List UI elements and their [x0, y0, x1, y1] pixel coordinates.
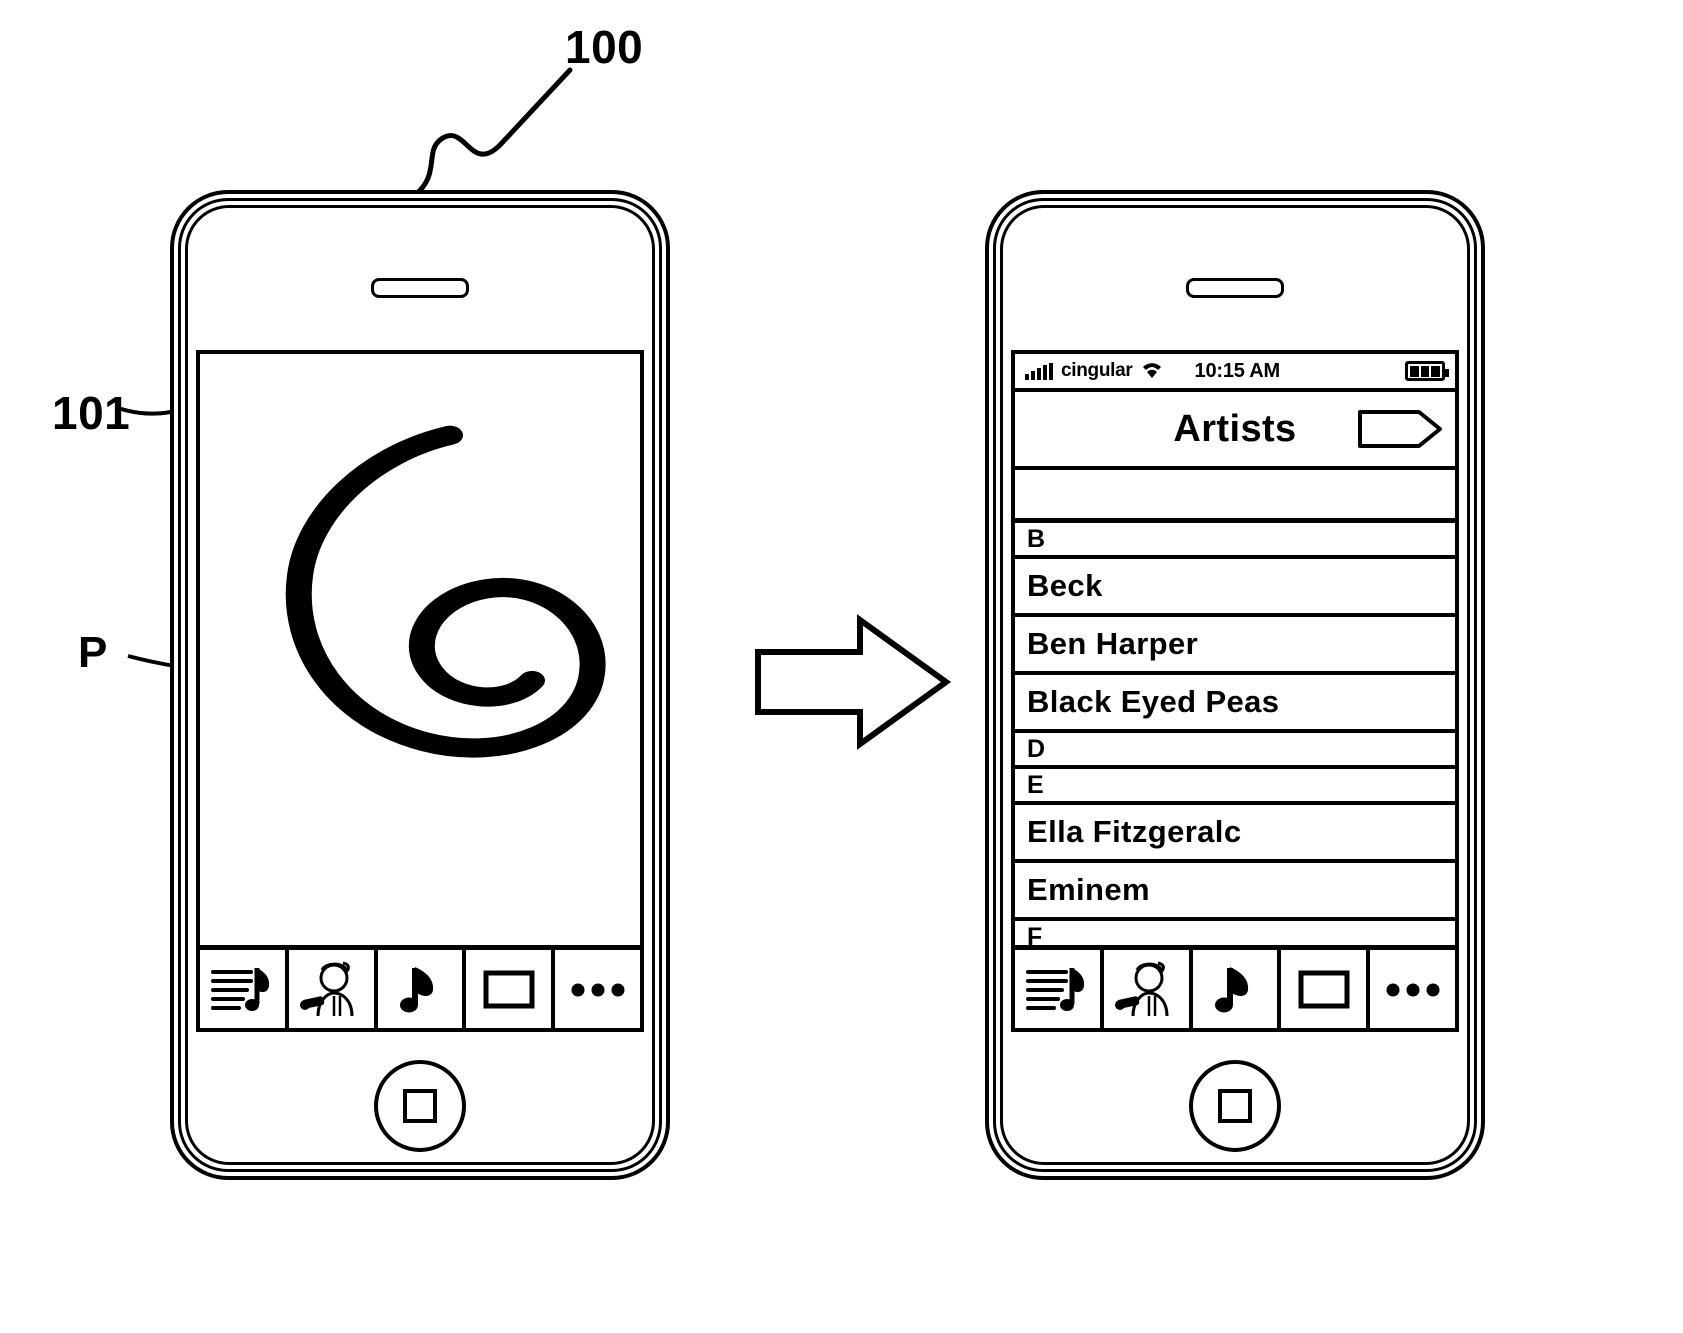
- reference-numeral-101: 101: [52, 387, 131, 439]
- wifi-icon: [1142, 363, 1161, 378]
- playlist-note-icon: [211, 968, 270, 1011]
- music-note-icon: [1214, 967, 1249, 1013]
- list-section-header: E: [1015, 769, 1455, 805]
- transition-arrow-icon: [755, 614, 952, 750]
- video-rectangle-icon: [1298, 970, 1350, 1009]
- video-rectangle-icon: [483, 970, 535, 1009]
- artists-tab[interactable]: [288, 950, 378, 1028]
- artist-name: Ella Fitzgeralc: [1027, 814, 1242, 849]
- earpiece-speaker: [371, 278, 469, 298]
- patent-figure: 100 101 P cingular 10:15 AM Artists B Be…: [0, 0, 1683, 1333]
- artists-tab[interactable]: [1103, 950, 1193, 1028]
- more-tab[interactable]: [555, 950, 640, 1028]
- artist-name: Beck: [1027, 568, 1103, 603]
- home-button[interactable]: [1189, 1060, 1281, 1152]
- section-letter: D: [1027, 734, 1046, 763]
- playlists-tab[interactable]: [200, 950, 289, 1028]
- artist-name: Black Eyed Peas: [1027, 684, 1280, 719]
- right-tab-bar[interactable]: [1015, 945, 1455, 1028]
- left-tab-bar[interactable]: [200, 945, 640, 1028]
- touch-screen-101[interactable]: [196, 350, 644, 1032]
- spiral-gesture-path: [285, 425, 606, 758]
- more-tab[interactable]: [1370, 950, 1455, 1028]
- list-section-header: B: [1015, 523, 1455, 559]
- home-button-square-icon: [403, 1089, 437, 1123]
- artist-person-icon: [1115, 961, 1169, 1017]
- music-note-icon: [399, 967, 434, 1013]
- artists-list[interactable]: B Beck Ben Harper Black Eyed Peas D E Ella Fit…: [1015, 523, 1455, 945]
- list-item[interactable]: Eminem: [1015, 863, 1455, 921]
- carrier-label: cingular: [1061, 360, 1133, 381]
- list-item[interactable]: Ben Harper: [1015, 617, 1455, 675]
- page-title: Artists: [1173, 407, 1297, 450]
- touch-screen[interactable]: cingular 10:15 AM Artists B Beck Ben Har…: [1011, 350, 1459, 1032]
- home-button[interactable]: [374, 1060, 466, 1152]
- list-item[interactable]: Ella Fitzgeralc: [1015, 805, 1455, 863]
- left-device: [170, 190, 670, 1180]
- videos-tab[interactable]: [466, 950, 556, 1028]
- status-bar: cingular 10:15 AM: [1015, 354, 1455, 392]
- videos-tab[interactable]: [1281, 950, 1371, 1028]
- list-section-header: D: [1015, 733, 1455, 769]
- artist-person-icon: [300, 961, 354, 1017]
- playlists-tab[interactable]: [1015, 950, 1104, 1028]
- list-item[interactable]: Beck: [1015, 559, 1455, 617]
- playlist-note-icon: [1026, 968, 1085, 1011]
- navigation-bar: Artists: [1015, 392, 1455, 470]
- songs-tab[interactable]: [1192, 950, 1282, 1028]
- reference-numeral-P: P: [78, 628, 108, 677]
- section-letter: E: [1027, 770, 1044, 799]
- artist-name: Eminem: [1027, 872, 1150, 907]
- clock-label: 10:15 AM: [1194, 359, 1281, 382]
- more-ellipsis-icon: [571, 983, 625, 997]
- list-section-header: F: [1015, 921, 1455, 945]
- section-letter: B: [1027, 524, 1046, 553]
- signal-bars-icon: [1025, 362, 1053, 380]
- battery-full-icon: [1405, 361, 1449, 381]
- reference-numeral-100: 100: [565, 21, 644, 73]
- gesture-canvas[interactable]: [200, 354, 640, 945]
- songs-tab[interactable]: [377, 950, 467, 1028]
- earpiece-speaker: [1186, 278, 1284, 298]
- section-letter: F: [1027, 922, 1043, 945]
- home-button-square-icon: [1218, 1089, 1252, 1123]
- more-ellipsis-icon: [1386, 983, 1440, 997]
- list-spacer-row: [1015, 470, 1455, 523]
- artist-name: Ben Harper: [1027, 626, 1199, 661]
- forward-tag-arrow-icon[interactable]: [1357, 409, 1443, 449]
- right-device: cingular 10:15 AM Artists B Beck Ben Har…: [985, 190, 1485, 1180]
- list-item[interactable]: Black Eyed Peas: [1015, 675, 1455, 733]
